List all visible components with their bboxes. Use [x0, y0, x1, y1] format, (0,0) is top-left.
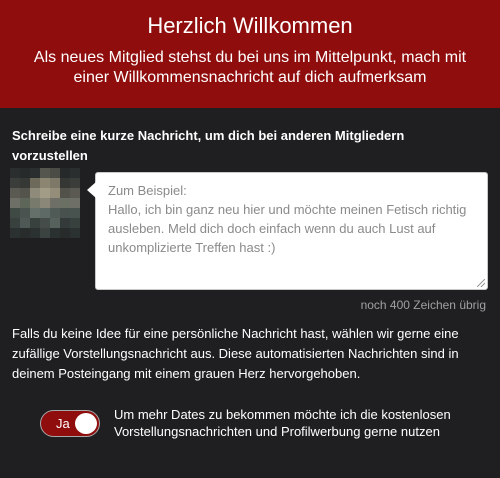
intro-prompt: Schreibe eine kurze Nachricht, um dich b… — [12, 128, 405, 163]
resize-handle-icon[interactable] — [477, 279, 485, 287]
welcome-title: Herzlich Willkommen — [147, 13, 353, 38]
intro-message-textarea[interactable]: Zum Beispiel: Hallo, ich bin ganz neu hi… — [87, 172, 488, 290]
welcome-subtitle: Als neues Mitglied stehst du bei uns im … — [33, 49, 467, 86]
avatar — [10, 168, 80, 238]
promotion-consent-text: Um mehr Dates zu bekommen möchte ich die… — [114, 407, 451, 439]
promotion-toggle[interactable]: Ja — [40, 410, 100, 437]
toggle-knob — [75, 413, 97, 434]
toggle-label: Ja — [56, 416, 70, 431]
character-counter: noch 400 Zeichen übrig — [360, 298, 486, 312]
welcome-header: Herzlich Willkommen Als neues Mitglied s… — [0, 0, 500, 108]
welcome-dialog: Herzlich Willkommen Als neues Mitglied s… — [0, 0, 500, 478]
message-placeholder: Zum Beispiel: Hallo, ich bin ganz neu hi… — [108, 183, 467, 255]
auto-message-info: Falls du keine Idee für eine persönliche… — [12, 326, 459, 381]
